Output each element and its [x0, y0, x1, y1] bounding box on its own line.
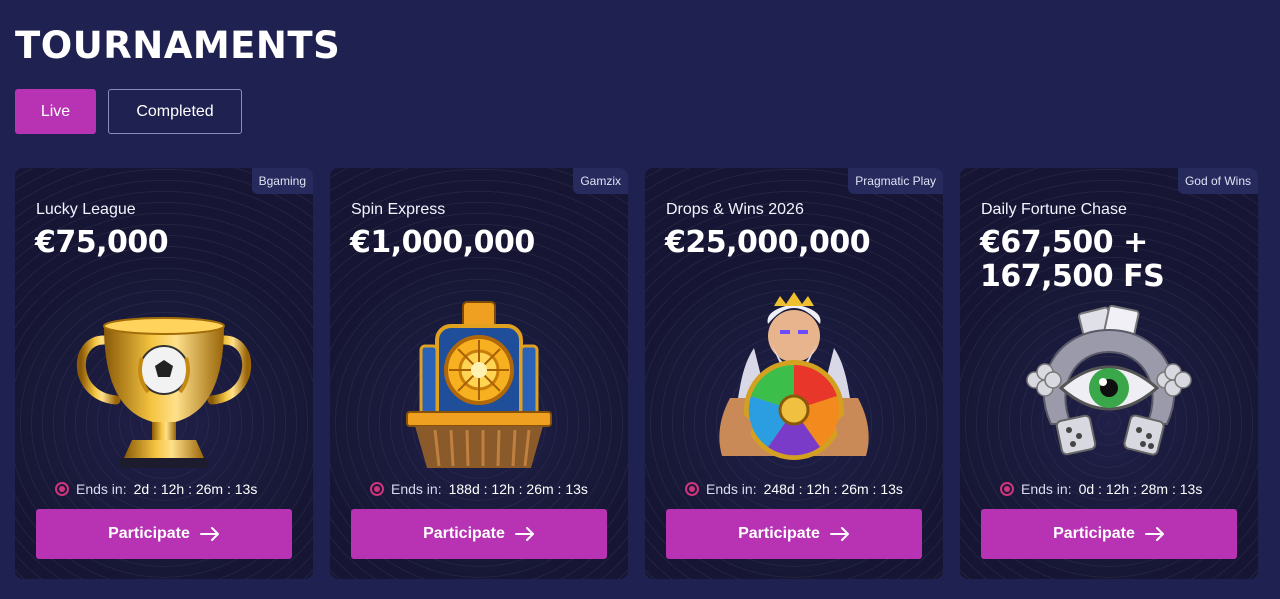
tournament-name: Daily Fortune Chase [981, 201, 1127, 218]
tournament-cards: Bgaming Lucky League €75,000 Ends in: 2d… [15, 168, 1258, 579]
tournament-card: Bgaming Lucky League €75,000 Ends in: 2d… [15, 168, 313, 579]
live-indicator-icon [55, 482, 69, 496]
participate-button[interactable]: Participate [351, 509, 607, 559]
page-title: TOURNAMENTS [15, 24, 341, 67]
countdown-time: 2d : 12h : 26m : 13s [133, 481, 258, 497]
zeus-wheel-icon [694, 288, 894, 483]
countdown: Ends in: 248d : 12h : 26m : 13s [685, 481, 903, 497]
live-indicator-icon [1000, 482, 1014, 496]
countdown-label: Ends in: [391, 481, 442, 497]
arrow-right-icon [829, 527, 849, 541]
arrow-right-icon [1144, 527, 1164, 541]
countdown-time: 188d : 12h : 26m : 13s [448, 481, 588, 497]
arrow-right-icon [514, 527, 534, 541]
countdown-time: 0d : 12h : 28m : 13s [1078, 481, 1203, 497]
trophy-icon [64, 288, 264, 483]
live-indicator-icon [370, 482, 384, 496]
tournament-name: Spin Express [351, 201, 446, 218]
tournament-card: Pragmatic Play Drops & Wins 2026 €25,000… [645, 168, 943, 579]
tournament-tabs: Live Completed [15, 89, 242, 134]
arrow-right-icon [199, 527, 219, 541]
tournament-name: Lucky League [36, 201, 136, 218]
participate-button[interactable]: Participate [981, 509, 1237, 559]
eye-horseshoe-icon [1009, 288, 1209, 483]
tournament-card: Gamzix Spin Express €1,000,000 Ends in: … [330, 168, 628, 579]
countdown-label: Ends in: [1021, 481, 1072, 497]
prize-amount: €67,500 + 167,500 FS [980, 225, 1165, 294]
tournament-name: Drops & Wins 2026 [666, 201, 804, 218]
countdown: Ends in: 0d : 12h : 28m : 13s [1000, 481, 1202, 497]
countdown-label: Ends in: [76, 481, 127, 497]
participate-button-label: Participate [1053, 525, 1135, 542]
provider-badge: Bgaming [251, 168, 313, 194]
tab-completed[interactable]: Completed [108, 89, 242, 134]
participate-button[interactable]: Participate [36, 509, 292, 559]
tournament-card: God of Wins Daily Fortune Chase €67,500 … [960, 168, 1258, 579]
prize-amount: €25,000,000 [665, 225, 871, 260]
countdown: Ends in: 2d : 12h : 26m : 13s [55, 481, 257, 497]
provider-badge: God of Wins [1177, 168, 1258, 194]
participate-button-label: Participate [738, 525, 820, 542]
participate-button-label: Participate [423, 525, 505, 542]
prize-amount: €1,000,000 [350, 225, 535, 260]
countdown-time: 248d : 12h : 26m : 13s [763, 481, 903, 497]
participate-button[interactable]: Participate [666, 509, 922, 559]
countdown-label: Ends in: [706, 481, 757, 497]
provider-badge: Gamzix [573, 168, 628, 194]
prize-amount: €75,000 [35, 225, 169, 260]
train-icon [379, 288, 579, 483]
tab-live[interactable]: Live [15, 89, 96, 134]
live-indicator-icon [685, 482, 699, 496]
countdown: Ends in: 188d : 12h : 26m : 13s [370, 481, 588, 497]
provider-badge: Pragmatic Play [848, 168, 943, 194]
participate-button-label: Participate [108, 525, 190, 542]
